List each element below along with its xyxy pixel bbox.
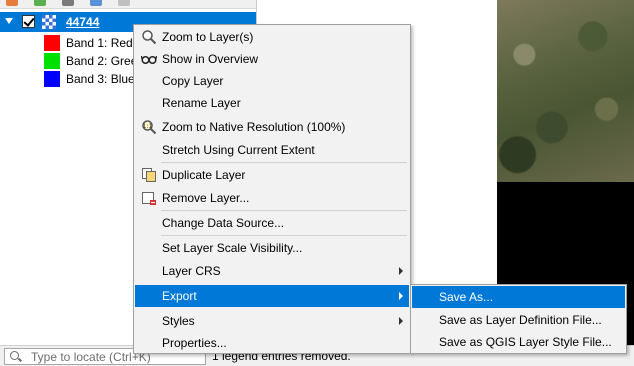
layers-toolbar [0,0,256,9]
style-icon[interactable] [6,0,18,6]
collapse-all-icon[interactable] [118,0,130,6]
submenu-item-label: Save As... [439,290,494,304]
menu-item-scale-visibility[interactable]: Set Layer Scale Visibility... [135,237,409,259]
duplicate-icon [142,168,156,182]
menu-item-change-data-source[interactable]: Change Data Source... [135,212,409,234]
menu-item-duplicate-layer[interactable]: Duplicate Layer [135,164,409,186]
menu-item-label: Show in Overview [162,52,259,66]
expand-arrow-icon[interactable] [5,18,13,24]
menu-item-label: Set Layer Scale Visibility... [162,241,303,255]
submenu-item-save-layer-definition[interactable]: Save as Layer Definition File... [412,309,625,331]
menu-item-copy-layer[interactable]: Copy Layer [135,70,409,92]
menu-separator [161,235,407,236]
zoom-layer-icon [142,30,157,45]
menu-item-show-in-overview[interactable]: Show in Overview [135,48,409,70]
menu-item-label: Export [162,289,197,303]
filter-icon[interactable] [62,0,74,6]
blue-swatch-icon [44,71,60,87]
submenu-arrow-icon [399,267,403,275]
menu-item-label: Styles [162,314,195,328]
submenu-item-label: Save as QGIS Layer Style File... [439,335,612,349]
menu-item-styles[interactable]: Styles [135,310,409,332]
search-icon [10,351,19,360]
menu-item-zoom-to-layer[interactable]: Zoom to Layer(s) [135,26,409,48]
overview-glasses-icon [141,55,157,65]
band-label: Band 3: Blue [66,72,135,86]
export-submenu: Save As... Save as Layer Definition File… [410,284,627,354]
remove-layer-icon [142,192,156,205]
add-group-icon[interactable] [34,0,46,6]
menu-item-stretch-extent[interactable]: Stretch Using Current Extent [135,139,409,161]
red-swatch-icon [44,35,60,51]
menu-separator [161,210,407,211]
band-label: Band 1: Red ( [66,36,141,50]
menu-item-label: Duplicate Layer [162,168,246,182]
green-swatch-icon [44,53,60,69]
menu-item-rename-layer[interactable]: Rename Layer [135,92,409,114]
layer-context-menu: Zoom to Layer(s) Show in Overview Copy L… [133,24,411,354]
raster-layer-icon [42,15,56,29]
menu-item-label: Remove Layer... [162,191,250,205]
menu-item-label: Zoom to Layer(s) [162,30,254,44]
menu-item-label: Copy Layer [162,74,224,88]
submenu-item-save-qgis-style[interactable]: Save as QGIS Layer Style File... [412,331,625,353]
menu-item-export[interactable]: Export [135,285,409,307]
submenu-arrow-icon [399,317,403,325]
menu-item-label: Rename Layer [162,96,241,110]
menu-item-label: Properties... [162,336,227,350]
menu-item-layer-crs[interactable]: Layer CRS [135,260,409,282]
layer-visibility-checkbox[interactable] [22,15,35,28]
layer-name[interactable]: 44744 [66,15,99,29]
submenu-item-label: Save as Layer Definition File... [439,313,602,327]
expand-all-icon[interactable] [90,0,102,6]
band-label: Band 2: Gree [66,54,138,68]
menu-item-label: Layer CRS [162,264,221,278]
menu-item-label: Stretch Using Current Extent [162,143,315,157]
menu-item-label: Change Data Source... [162,216,285,230]
menu-item-label: Zoom to Native Resolution (100%) [162,120,346,134]
submenu-item-save-as[interactable]: Save As... [412,286,625,308]
menu-item-properties[interactable]: Properties... [135,332,409,354]
aerial-imagery [497,0,634,182]
menu-item-zoom-native[interactable]: 1:1 Zoom to Native Resolution (100%) [135,116,409,138]
zoom-native-icon: 1:1 [142,120,157,135]
menu-item-remove-layer[interactable]: Remove Layer... [135,187,409,209]
svg-text:1:1: 1:1 [143,123,153,130]
menu-separator [161,162,407,163]
submenu-arrow-icon [399,292,403,300]
